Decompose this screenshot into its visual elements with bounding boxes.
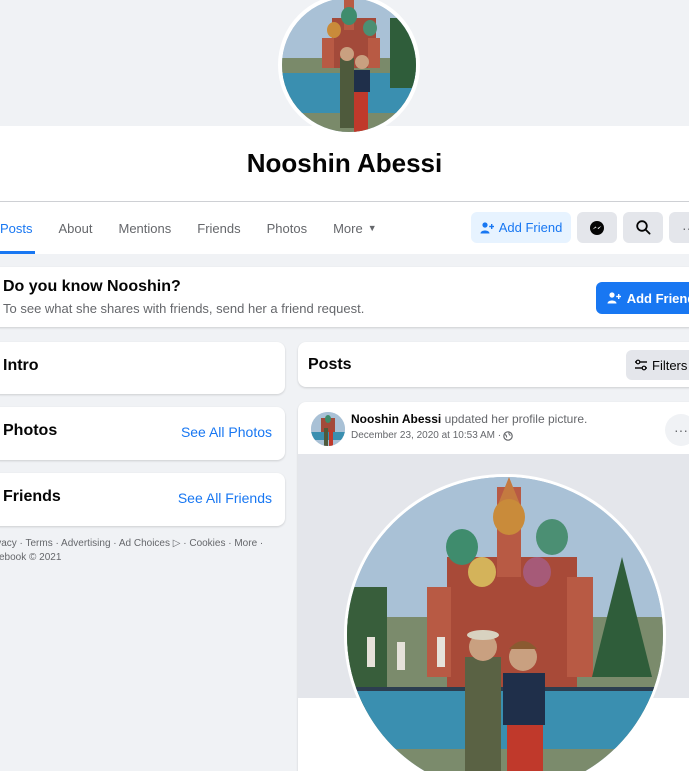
footer-links: ivacy · Terms · Advertising · Ad Choices… — [0, 537, 284, 565]
friend-request-title: Do you know Nooshin? — [3, 278, 181, 295]
photos-card: Photos See All Photos — [0, 407, 285, 460]
messenger-icon — [590, 220, 604, 235]
tab-photos[interactable]: Photos — [267, 202, 307, 254]
more-options-button[interactable]: ··· — [669, 212, 689, 243]
tab-label: Friends — [197, 220, 241, 236]
add-friend-label: Add Friend — [498, 220, 563, 235]
footer-copyright: cebook © 2021 — [0, 552, 62, 563]
search-button[interactable] — [623, 212, 663, 243]
more-dots-icon: ··· — [682, 219, 689, 236]
profile-picture[interactable] — [278, 0, 420, 136]
tab-about[interactable]: About — [59, 202, 93, 254]
post-author-name[interactable]: Nooshin Abessi — [351, 412, 441, 426]
tab-posts[interactable]: Posts — [0, 202, 35, 254]
posts-header-card: Posts Filters — [298, 342, 689, 387]
add-friend-icon — [480, 221, 494, 233]
filters-button[interactable]: Filters — [626, 350, 689, 380]
add-friend-icon — [607, 292, 621, 304]
avatar-image — [311, 412, 345, 446]
photos-title: Photos — [3, 422, 58, 439]
filters-label: Filters — [652, 357, 688, 373]
tab-mentions[interactable]: Mentions — [119, 202, 172, 254]
tab-more[interactable]: More ▼ — [333, 202, 377, 254]
post-header-text: Nooshin Abessi updated her profile pictu… — [351, 412, 587, 426]
see-all-friends-link[interactable]: See All Friends — [178, 490, 272, 506]
friend-request-subtitle: To see what she shares with friends, sen… — [3, 301, 365, 316]
tab-friends[interactable]: Friends — [197, 202, 240, 254]
tab-label: Mentions — [118, 220, 172, 236]
tab-label: Photos — [266, 220, 308, 236]
profile-name: Nooshin Abessi — [246, 148, 443, 178]
friend-request-card — [0, 267, 689, 327]
add-friend-primary-button[interactable]: Add Friend — [596, 282, 689, 314]
add-friend-button[interactable]: Add Friend — [471, 212, 571, 243]
filters-icon — [635, 359, 647, 371]
footer-links-line[interactable]: ivacy · Terms · Advertising · Ad Choices… — [0, 537, 284, 551]
profile-tabs: Posts About Mentions Friends Photos More… — [0, 202, 403, 254]
post-meta: December 23, 2020 at 10:53 AM · — [351, 430, 513, 441]
message-button[interactable] — [577, 212, 617, 243]
friends-title: Friends — [3, 488, 61, 505]
post-options-button[interactable]: ··· — [665, 414, 689, 446]
post-action-text: updated her profile picture. — [444, 412, 588, 426]
intro-title: Intro — [3, 357, 39, 374]
more-dots-icon: ··· — [674, 422, 688, 438]
post-card: Nooshin Abessi updated her profile pictu… — [298, 402, 689, 771]
tab-label: Posts — [0, 220, 33, 236]
posts-title: Posts — [308, 356, 352, 373]
see-all-photos-link[interactable]: See All Photos — [181, 424, 272, 440]
tab-label: About — [58, 220, 93, 236]
post-date[interactable]: December 23, 2020 at 10:53 AM · — [351, 430, 501, 441]
search-icon — [635, 220, 651, 235]
globe-icon — [503, 430, 513, 441]
intro-card: Intro — [0, 342, 285, 394]
post-photo-image — [347, 477, 663, 771]
caret-down-icon: ▼ — [367, 223, 377, 233]
tab-label: More — [333, 220, 363, 236]
post-author-avatar[interactable] — [311, 412, 345, 446]
add-friend-primary-label: Add Friend — [626, 290, 689, 306]
friends-card: Friends See All Friends — [0, 473, 285, 526]
